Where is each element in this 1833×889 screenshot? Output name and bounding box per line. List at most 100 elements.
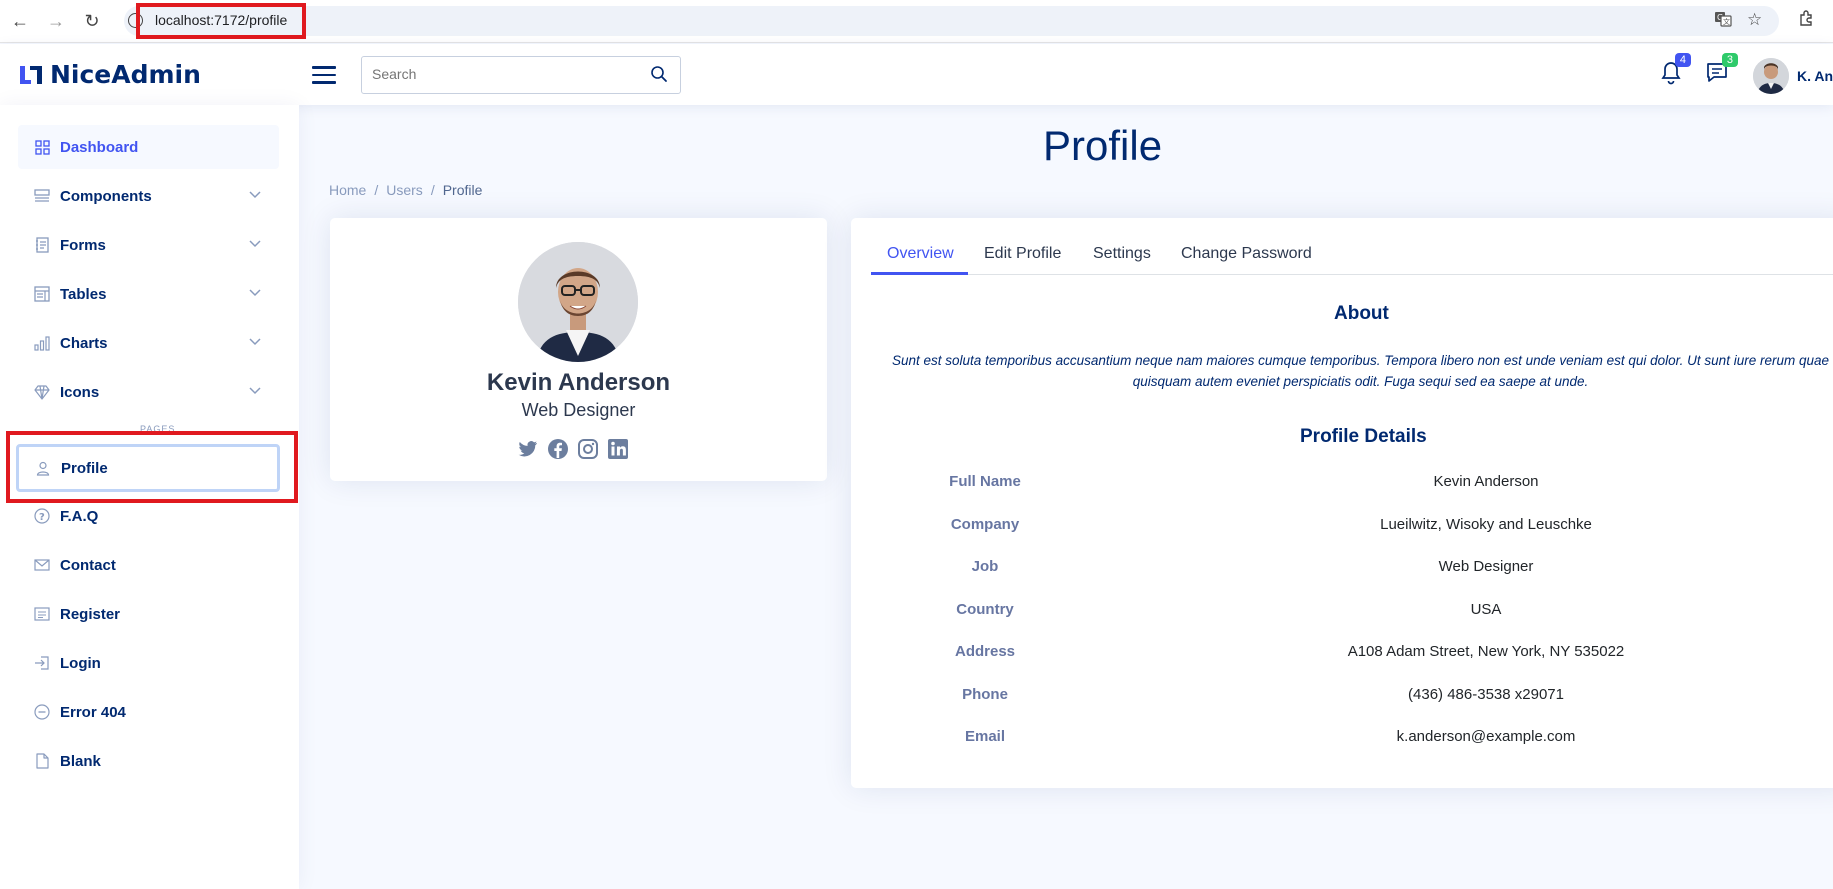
question-circle-icon: ? [33,507,51,525]
sidebar-item-contact[interactable]: Contact [18,543,279,587]
file-icon [33,752,51,770]
notifications-button[interactable]: 4 [1660,53,1691,90]
sidebar-item-label: Register [60,605,121,623]
tab-divider [871,274,1833,275]
detail-label-job: Job [971,558,999,575]
chevron-down-icon [249,289,261,297]
sidebar-item-label: Forms [60,236,106,254]
search-icon[interactable] [650,65,668,83]
grid-icon [33,138,51,156]
detail-value-country: USA [1470,601,1502,618]
twitter-icon[interactable] [517,438,539,460]
sidebar-item-label: Icons [60,383,100,401]
browser-toolbar: ← → ↻ localhost:7172/profile G文 ☆ [0,0,1833,43]
toggle-sidebar-button[interactable] [312,66,336,86]
translate-icon[interactable]: G文 [1714,10,1732,33]
address-bar[interactable] [124,6,1779,36]
sidebar-item-label: Error 404 [60,703,126,721]
card-list-icon [33,605,51,623]
tab-change-password[interactable]: Change Password [1181,245,1312,263]
user-name[interactable]: K. Anderson [1797,68,1833,84]
logo-icon [20,65,42,84]
detail-label-full-name: Full Name [949,473,1021,490]
svg-text:文: 文 [1723,17,1730,26]
logo[interactable]: NiceAdmin [18,60,201,89]
sidebar-item-tables[interactable]: Tables [18,272,279,316]
sidebar-item-error-404[interactable]: Error 404 [18,690,279,734]
detail-value-full-name: Kevin Anderson [1433,473,1539,490]
detail-value-company: Lueilwitz, Wisoky and Leuschke [1380,516,1592,533]
detail-value-job: Web Designer [1438,558,1534,575]
sidebar-item-dashboard[interactable]: Dashboard [18,125,279,169]
svg-text:?: ? [39,512,45,523]
sidebar-item-login[interactable]: Login [18,641,279,685]
sidebar-item-label: Charts [60,334,108,352]
sidebar-item-components[interactable]: Components [18,174,279,218]
sidebar-item-icons[interactable]: Icons [18,370,279,414]
sidebar-item-label: Dashboard [60,138,139,156]
app-header: NiceAdmin 4 3 K. Anderson [0,44,1833,105]
back-icon[interactable]: ← [8,9,32,33]
sidebar-item-label: Tables [60,285,107,303]
detail-value-address: A108 Adam Street, New York, NY 535022 [1347,643,1625,660]
layout-text-window-icon [33,285,51,303]
messages-button[interactable]: 3 [1705,53,1738,90]
detail-label-company: Company [950,516,1020,533]
breadcrumb-users[interactable]: Users [386,182,423,198]
breadcrumb: Home / Users / Profile [329,182,483,198]
sidebar-item-blank[interactable]: Blank [18,739,279,783]
menu-button-icon [33,187,51,205]
forward-icon[interactable]: → [44,9,68,33]
page-title: Profile [1043,122,1163,169]
tab-overview[interactable]: Overview [887,245,954,263]
bookmark-star-icon[interactable]: ☆ [1747,10,1762,30]
about-text-line-1: Sunt est soluta temporibus accusantium n… [891,353,1829,368]
chevron-down-icon [249,338,261,346]
detail-value-phone: (436) 486-3538 x29071 [1408,686,1564,703]
messages-badge: 3 [1721,53,1738,67]
dash-circle-icon [33,703,51,721]
sidebar-item-label: Login [60,654,101,672]
linkedin-icon[interactable] [607,438,629,460]
sidebar-item-label: Blank [60,752,101,770]
profile-details-title: Profile Details [1300,426,1427,447]
detail-label-country: Country [956,601,1014,618]
detail-label-address: Address [954,643,1016,660]
sidebar-item-register[interactable]: Register [18,592,279,636]
tab-edit-profile[interactable]: Edit Profile [984,245,1061,263]
detail-label-phone: Phone [962,686,1008,703]
about-text-line-2: quisquam autem eveniet perspiciatis odit… [1132,374,1589,389]
sidebar-item-forms[interactable]: Forms [18,223,279,267]
sidebar-item-faq[interactable]: ? F.A.Q [18,494,279,538]
box-arrow-in-right-icon [33,654,51,672]
search-bar [361,56,681,94]
bar-chart-icon [33,334,51,352]
breadcrumb-home[interactable]: Home [329,182,366,198]
gem-icon [33,383,51,401]
about-title: About [1334,303,1389,324]
about-text: Sunt est soluta temporibus accusantium n… [868,350,1833,392]
tab-settings[interactable]: Settings [1093,245,1151,263]
sidebar-item-label: Contact [60,556,116,574]
profile-picture [518,242,638,362]
reload-icon[interactable]: ↻ [80,9,104,33]
instagram-icon[interactable] [577,438,599,460]
notifications-badge: 4 [1674,53,1691,67]
profile-highlight-box [6,431,298,503]
active-tab-indicator [871,272,968,275]
extensions-icon[interactable] [1797,10,1815,33]
url-highlight-box [136,3,306,39]
facebook-icon[interactable] [547,438,569,460]
breadcrumb-current: Profile [442,182,483,198]
search-input[interactable] [370,57,640,91]
chevron-down-icon [249,387,261,395]
sidebar-item-label: F.A.Q [60,507,99,525]
envelope-icon [33,556,51,574]
avatar[interactable] [1753,58,1789,94]
profile-job: Web Designer [521,400,636,420]
sidebar-item-charts[interactable]: Charts [18,321,279,365]
chevron-down-icon [249,191,261,199]
logo-text: NiceAdmin [50,60,201,89]
detail-value-email: k.anderson@example.com [1396,728,1576,745]
sidebar-item-label: Components [60,187,152,205]
